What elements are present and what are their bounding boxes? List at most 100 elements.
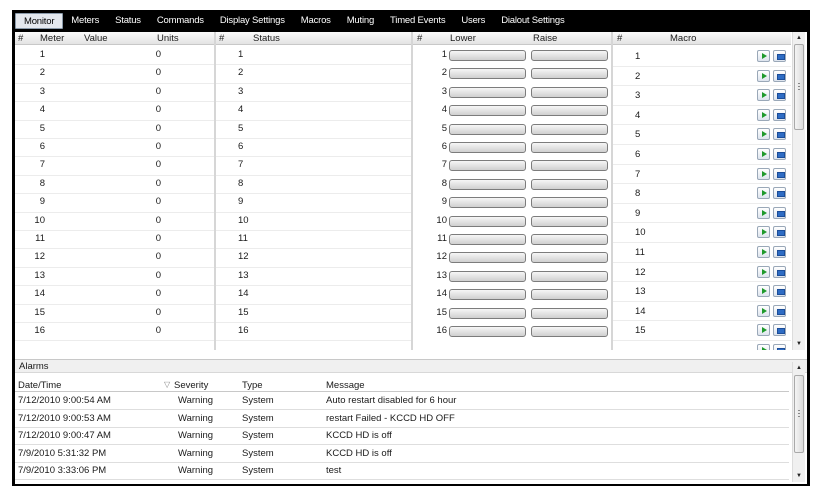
raise-button[interactable] bbox=[531, 86, 608, 98]
play-icon[interactable] bbox=[757, 246, 770, 258]
alarm-row[interactable]: 7/9/2010 3:33:06 PM Warning System test bbox=[15, 463, 789, 481]
meters-col-meter[interactable]: Meter bbox=[40, 33, 64, 44]
menu-tab-timed-events[interactable]: Timed Events bbox=[382, 13, 453, 29]
status-row[interactable]: 13 bbox=[216, 268, 411, 287]
macro-row[interactable]: 11 bbox=[613, 243, 791, 263]
meter-row[interactable]: 13 0 bbox=[15, 268, 214, 287]
menu-tab-monitor[interactable]: Monitor bbox=[15, 13, 64, 29]
edit-icon[interactable] bbox=[773, 246, 786, 258]
meter-row[interactable]: 11 0 bbox=[15, 231, 214, 250]
play-icon[interactable] bbox=[757, 89, 770, 102]
raise-button[interactable] bbox=[531, 50, 608, 61]
status-col-num[interactable]: # bbox=[219, 33, 224, 44]
alarm-row[interactable]: 7/12/2010 9:00:47 AM Warning System KCCD HD… bbox=[15, 428, 789, 446]
macro-row[interactable]: 6 bbox=[613, 145, 791, 165]
status-row[interactable]: 8 bbox=[216, 176, 411, 195]
status-row[interactable]: 14 bbox=[216, 286, 411, 305]
meter-row[interactable]: 16 0 bbox=[15, 323, 214, 342]
status-row[interactable]: 7 bbox=[216, 157, 411, 176]
meter-row[interactable]: 90 bbox=[15, 194, 214, 213]
play-icon[interactable] bbox=[757, 167, 770, 180]
scroll-down-icon[interactable]: ▼ bbox=[793, 472, 805, 480]
edit-icon[interactable] bbox=[773, 108, 786, 121]
status-row[interactable]: 3 bbox=[216, 84, 411, 103]
macro-row[interactable]: 7 bbox=[613, 165, 791, 185]
edit-icon[interactable] bbox=[773, 265, 786, 278]
raise-button[interactable] bbox=[531, 289, 608, 301]
edit-icon[interactable] bbox=[773, 167, 786, 180]
status-row[interactable]: 16 bbox=[216, 323, 411, 342]
meter-row[interactable]: 14 0 bbox=[15, 286, 214, 305]
meter-row[interactable]: 15 0 bbox=[15, 305, 214, 323]
raise-button[interactable] bbox=[531, 252, 608, 264]
status-row[interactable]: 9 bbox=[216, 194, 411, 213]
macros-col-num[interactable]: # bbox=[617, 33, 622, 44]
status-row[interactable]: 10 bbox=[216, 213, 411, 231]
alarm-row[interactable]: 7/9/2010 5:31:32 PM Warning System KCCD HD … bbox=[15, 446, 789, 463]
alarms-col-message[interactable]: Message bbox=[326, 380, 365, 391]
status-row[interactable]: 15 bbox=[216, 305, 411, 323]
macro-row[interactable]: 10 bbox=[613, 223, 791, 243]
menu-tab-dialout-settings[interactable]: Dialout Settings bbox=[493, 13, 572, 29]
lower-button[interactable] bbox=[449, 178, 526, 190]
play-icon[interactable] bbox=[757, 69, 770, 82]
macros-col-macro[interactable]: Macro bbox=[670, 33, 696, 44]
play-icon[interactable] bbox=[757, 304, 770, 317]
play-icon[interactable] bbox=[757, 148, 770, 160]
raise-button[interactable] bbox=[531, 215, 608, 227]
edit-icon[interactable] bbox=[773, 128, 786, 141]
commands-col-raise[interactable]: Raise bbox=[533, 33, 557, 44]
meter-row[interactable]: 20 bbox=[15, 65, 214, 84]
play-icon[interactable] bbox=[757, 324, 770, 337]
menu-tab-status[interactable]: Status bbox=[107, 13, 149, 29]
macro-row[interactable]: 8 bbox=[613, 184, 791, 204]
scroll-down-icon[interactable]: ▼ bbox=[793, 340, 805, 348]
raise-button[interactable] bbox=[531, 197, 608, 209]
raise-button[interactable] bbox=[531, 307, 608, 319]
edit-icon[interactable] bbox=[773, 344, 786, 350]
play-icon[interactable] bbox=[757, 265, 770, 278]
meter-row[interactable]: 60 bbox=[15, 139, 214, 158]
status-row[interactable]: 5 bbox=[216, 121, 411, 139]
raise-button[interactable] bbox=[531, 178, 608, 190]
macro-row[interactable]: 12 bbox=[613, 263, 791, 283]
menu-tab-macros[interactable]: Macros bbox=[293, 13, 339, 29]
status-row[interactable]: 11 bbox=[216, 231, 411, 250]
lower-button[interactable] bbox=[449, 86, 526, 98]
lower-button[interactable] bbox=[449, 252, 526, 264]
lower-button[interactable] bbox=[449, 234, 526, 245]
sort-desc-icon[interactable]: ▽ bbox=[164, 380, 170, 389]
macro-row[interactable]: 5 bbox=[613, 125, 791, 145]
alarms-col-datetime[interactable]: Date/Time bbox=[18, 380, 61, 391]
scroll-up-icon[interactable]: ▲ bbox=[793, 364, 805, 372]
scrollbar-thumb[interactable] bbox=[794, 44, 804, 130]
raise-button[interactable] bbox=[531, 326, 608, 337]
edit-icon[interactable] bbox=[773, 206, 786, 219]
play-icon[interactable] bbox=[757, 226, 770, 239]
lower-button[interactable] bbox=[449, 326, 526, 337]
menu-tab-users[interactable]: Users bbox=[453, 13, 493, 29]
play-icon[interactable] bbox=[757, 128, 770, 141]
edit-icon[interactable] bbox=[773, 50, 786, 62]
lower-button[interactable] bbox=[449, 215, 526, 227]
status-row[interactable]: 4 bbox=[216, 102, 411, 121]
edit-icon[interactable] bbox=[773, 304, 786, 317]
meter-row[interactable]: 80 bbox=[15, 176, 214, 195]
meters-col-num[interactable]: # bbox=[18, 33, 23, 44]
edit-icon[interactable] bbox=[773, 89, 786, 102]
status-row[interactable]: 12 bbox=[216, 249, 411, 268]
play-icon[interactable] bbox=[757, 285, 770, 298]
lower-button[interactable] bbox=[449, 160, 526, 172]
macro-row[interactable]: 15 bbox=[613, 321, 791, 341]
edit-icon[interactable] bbox=[773, 69, 786, 82]
lower-button[interactable] bbox=[449, 197, 526, 209]
lower-button[interactable] bbox=[449, 50, 526, 61]
lower-button[interactable] bbox=[449, 270, 526, 282]
macro-row[interactable]: 9 bbox=[613, 204, 791, 224]
meters-col-value[interactable]: Value bbox=[84, 33, 108, 44]
lower-button[interactable] bbox=[449, 123, 526, 135]
menu-tab-meters[interactable]: Meters bbox=[63, 13, 107, 29]
meter-row[interactable]: 40 bbox=[15, 102, 214, 121]
meter-row[interactable]: 50 bbox=[15, 121, 214, 139]
menu-tab-commands[interactable]: Commands bbox=[149, 13, 212, 29]
